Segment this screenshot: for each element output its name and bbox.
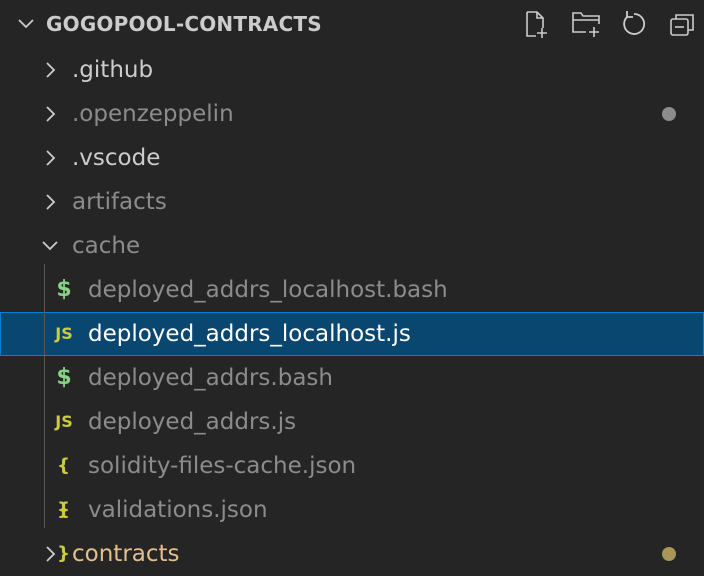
shell-icon: $ [56, 277, 72, 302]
tree-item-label: deployed_addrs.js [88, 409, 297, 435]
new-folder-icon [572, 12, 600, 37]
refresh-button[interactable] [618, 8, 650, 40]
tree-item-vscode-folder[interactable]: .vscode [0, 136, 704, 180]
tree-item-label: contracts [72, 541, 180, 567]
tree-item-github-folder[interactable]: .github [0, 48, 704, 92]
new-file-button[interactable] [520, 8, 552, 40]
explorer-header[interactable]: GOGOPOOL-CONTRACTS [0, 0, 704, 48]
tree-item-file[interactable]: $ deployed_addrs.bash [0, 356, 704, 400]
tree-item-file[interactable]: { } solidity-files-cache.json [0, 444, 704, 520]
tree-item-label: cache [72, 233, 141, 259]
tree-item-label: solidity-files-cache.json [88, 453, 357, 479]
collapse-all-icon [670, 14, 694, 36]
tree-item-contracts-folder[interactable]: contracts [0, 532, 704, 576]
refresh-icon [623, 11, 646, 35]
tree-item-file-selected[interactable]: JS deployed_addrs_localhost.js [0, 312, 704, 356]
tree-item-file[interactable]: JS deployed_addrs.js [0, 400, 704, 444]
shell-icon: $ [56, 365, 72, 390]
status-dot-icon [662, 107, 676, 121]
chevron-right-icon[interactable] [38, 146, 62, 170]
status-dot-icon [662, 547, 676, 561]
chevron-right-icon[interactable] [38, 58, 62, 82]
tree-item-file[interactable]: { } validations.json [0, 488, 704, 564]
tree-item-label: artifacts [72, 189, 167, 215]
js-icon: JS [55, 324, 73, 343]
chevron-down-icon[interactable] [14, 12, 38, 36]
new-folder-button[interactable] [570, 8, 602, 40]
tree-item-label: deployed_addrs.bash [88, 365, 333, 391]
tree-item-label: .github [72, 57, 154, 83]
tree-item-file[interactable]: $ deployed_addrs_localhost.bash [0, 268, 704, 312]
file-tree: .github .openzeppelin .vscode artifacts … [0, 48, 704, 576]
tree-item-cache-folder[interactable]: cache [0, 224, 704, 268]
tree-item-artifacts-folder[interactable]: artifacts [0, 180, 704, 224]
chevron-down-icon[interactable] [38, 234, 62, 258]
collapse-all-button[interactable] [666, 8, 698, 40]
indent-guide [44, 264, 45, 528]
tree-item-label: deployed_addrs_localhost.js [88, 321, 411, 347]
explorer-title: GOGOPOOL-CONTRACTS [46, 12, 322, 36]
tree-item-label: deployed_addrs_localhost.bash [88, 277, 448, 303]
chevron-right-icon[interactable] [38, 102, 62, 126]
tree-item-openzeppelin-folder[interactable]: .openzeppelin [0, 92, 704, 136]
js-icon: JS [55, 412, 73, 431]
chevron-right-icon[interactable] [38, 190, 62, 214]
tree-item-label: .vscode [72, 145, 161, 171]
new-file-icon [526, 11, 547, 38]
tree-item-label: validations.json [88, 497, 268, 523]
tree-item-label: .openzeppelin [72, 101, 234, 127]
chevron-right-icon[interactable] [38, 542, 62, 566]
